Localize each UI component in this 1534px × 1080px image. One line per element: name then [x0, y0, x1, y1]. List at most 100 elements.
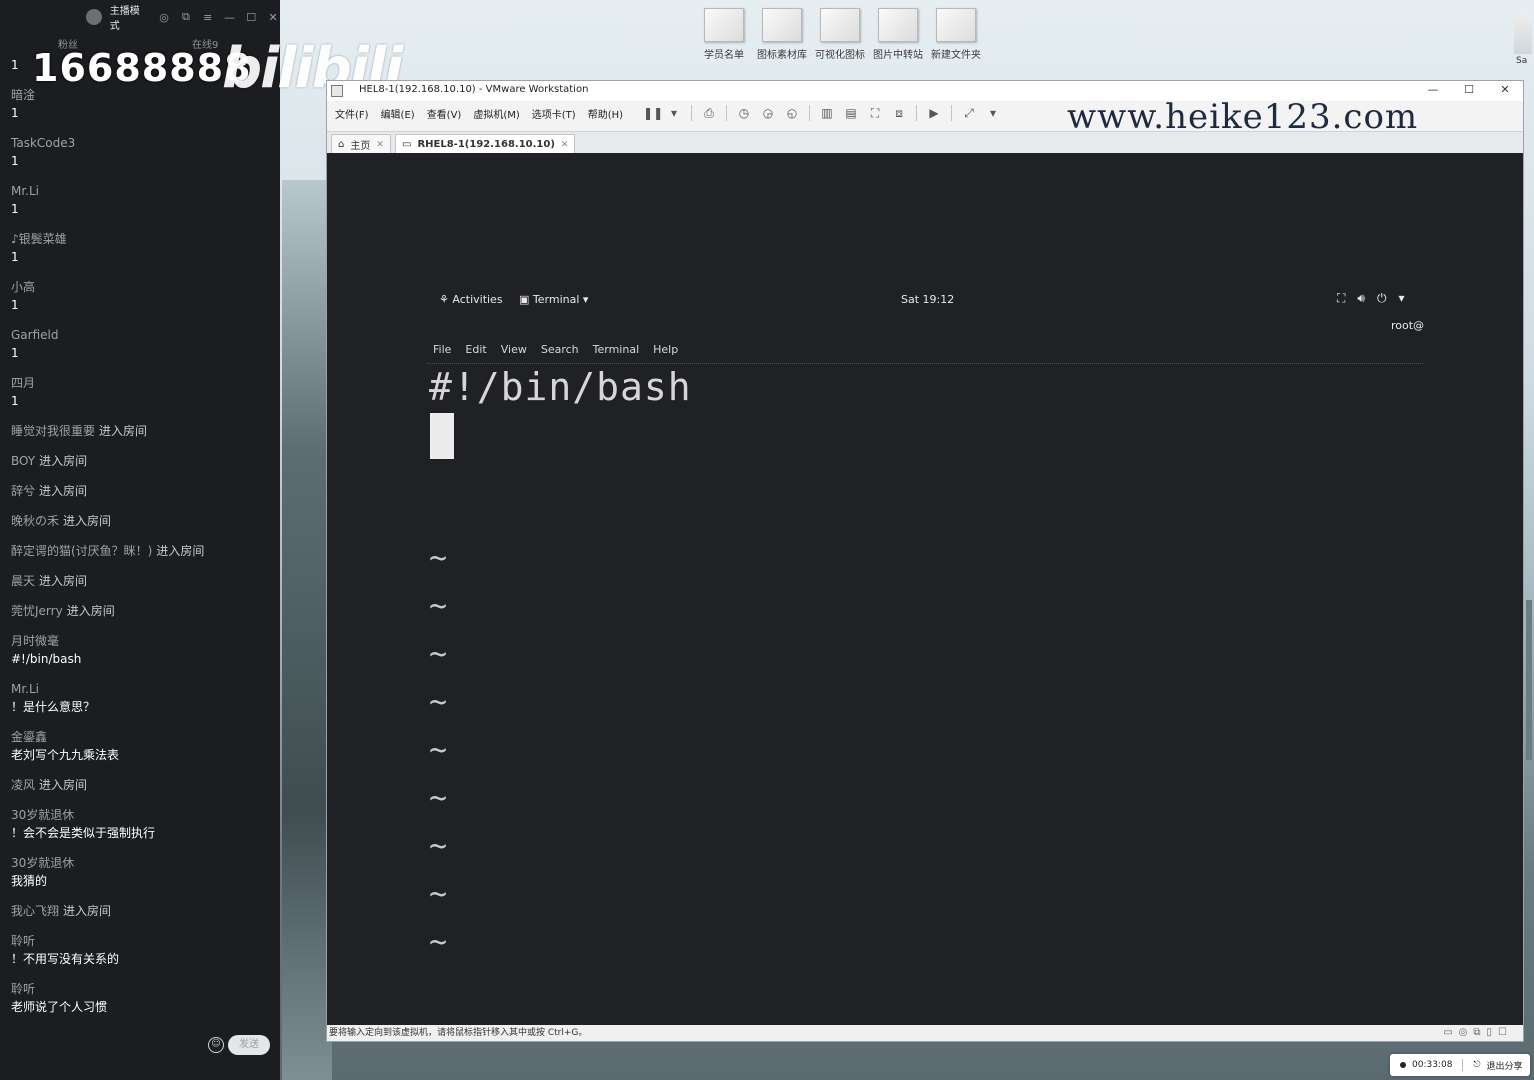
network-icon[interactable]: ⧉	[1473, 1025, 1480, 1041]
menu-file[interactable]: 文件(F)	[335, 106, 369, 121]
exit-share-icon: ⎋	[1473, 1060, 1481, 1070]
desktop-icon-4[interactable]: 图片中转站	[873, 8, 923, 61]
username[interactable]: Garfield	[11, 326, 271, 344]
close-icon[interactable]: ✕	[1495, 83, 1515, 96]
menu-tabs[interactable]: 选项卡(T)	[532, 106, 576, 121]
desktop-icon-2[interactable]: 图标素材库	[757, 8, 807, 61]
menu-icon[interactable]: ≡	[201, 11, 215, 24]
username[interactable]: TaskCode3	[11, 134, 271, 152]
smiley-icon[interactable]: ☺	[208, 1037, 224, 1053]
popout-icon[interactable]: ⧉	[179, 10, 193, 24]
username[interactable]: 四月	[11, 374, 271, 392]
avatar[interactable]	[86, 9, 102, 25]
minimize-icon[interactable]: —	[1423, 83, 1443, 96]
menu-help[interactable]: 帮助(H)	[588, 106, 623, 121]
fullscreen-icon[interactable]: ⛶	[868, 106, 882, 121]
guest-screen[interactable]: ⚘ Activities ▣ Terminal ▾ Sat 19:12 ⛶ 🔊︎…	[327, 153, 1523, 1025]
usb-icon[interactable]: ▯	[1487, 1025, 1493, 1041]
maximize-icon[interactable]: ☐	[1459, 83, 1479, 96]
tab-label: 主页	[350, 141, 371, 152]
message-text: 1	[11, 106, 19, 120]
gnome-top-bar: ⚘ Activities ▣ Terminal ▾ Sat 19:12 ⛶ 🔊︎…	[427, 289, 1427, 311]
username[interactable]: 聆听	[11, 932, 271, 950]
enter-room-event: 我心飞翔 进入房间	[11, 904, 112, 918]
username[interactable]: Mr.Li	[11, 680, 271, 698]
enter-room-event: 凌风 进入房间	[11, 778, 88, 792]
toolbar-divider	[691, 105, 693, 121]
scrollbar[interactable]	[1526, 600, 1532, 760]
message-icon[interactable]: ☐	[1498, 1025, 1507, 1041]
enter-room-event: 晚秋の禾 进入房间	[11, 514, 112, 528]
status-icons: ▭ ◎ ⧉ ▯ ☐	[1443, 1025, 1507, 1041]
cd-icon[interactable]: ◎	[1459, 1025, 1468, 1041]
thumbnail-icon[interactable]: ▤	[844, 106, 858, 120]
username[interactable]: 月时微毫	[11, 632, 271, 650]
menu-view[interactable]: View	[501, 343, 527, 361]
exit-share-button[interactable]: 退出分享	[1487, 1059, 1523, 1072]
chat-message: 小高 1	[11, 278, 271, 314]
system-tray[interactable]: ⛶ 🔊︎ ⏻ ▾	[1337, 291, 1405, 306]
desktop-icon-edge[interactable]	[1514, 14, 1532, 54]
pause-icon[interactable]: ❚❚	[643, 106, 663, 120]
chat-input-bar: ☺ 发送	[0, 1030, 280, 1060]
dropdown-icon[interactable]: ▾	[986, 106, 1000, 120]
menu-edit[interactable]: 编辑(E)	[381, 106, 415, 121]
menu-view[interactable]: 查看(V)	[427, 106, 462, 121]
window-title: HEL8-1(192.168.10.10) - VMware Workstati…	[359, 84, 589, 95]
vim-empty-line: ~	[429, 925, 448, 960]
menu-help[interactable]: Help	[653, 343, 678, 361]
close-icon[interactable]: ✕	[561, 140, 569, 150]
vim-empty-line: ~	[429, 541, 448, 576]
clock[interactable]: Sat 19:12	[901, 293, 954, 306]
snapshot-icon[interactable]: ◷	[737, 106, 751, 120]
sidebar-toggle-icon[interactable]: ▥	[820, 106, 834, 120]
vim-empty-line: ~	[429, 781, 448, 816]
tab-vm[interactable]: ▭ RHEL8-1(192.168.10.10) ✕	[395, 134, 576, 154]
close-icon[interactable]: ✕	[266, 11, 280, 24]
message-text: ！会不会是类似于强制执行	[11, 826, 156, 840]
username[interactable]: 小高	[11, 278, 271, 296]
menu-search[interactable]: Search	[541, 343, 579, 361]
app-menu-terminal[interactable]: ▣ Terminal ▾	[519, 293, 588, 306]
dropdown-icon[interactable]: ▾	[667, 106, 681, 120]
maximize-icon[interactable]: ☐	[244, 11, 258, 24]
revert-snapshot-icon[interactable]: ◶	[761, 106, 775, 120]
unity-icon[interactable]: ⧈	[892, 106, 906, 121]
send-keys-icon[interactable]: ⎙	[702, 106, 716, 121]
send-button[interactable]: 发送	[228, 1035, 270, 1055]
snapshot-manager-icon[interactable]: ◵	[785, 106, 799, 120]
desktop-icon-3[interactable]: 可视化图标	[815, 8, 865, 61]
desktop-icon-1[interactable]: 学员名单	[700, 8, 748, 61]
file-icon	[762, 8, 802, 42]
vim-line-1[interactable]: #!/bin/bash	[429, 365, 692, 409]
volume-icon: 🔊︎	[1357, 291, 1365, 305]
message-text: 1	[11, 250, 19, 264]
close-icon[interactable]: ✕	[376, 140, 384, 150]
menu-file[interactable]: File	[433, 343, 451, 361]
username[interactable]: 金鎏鑫	[11, 728, 271, 746]
folder-icon	[936, 8, 976, 42]
settings-icon[interactable]: ◎	[157, 11, 171, 24]
power-icon: ⏻	[1376, 291, 1387, 305]
tab-home[interactable]: ⌂ 主页 ✕	[331, 134, 391, 154]
menu-edit[interactable]: Edit	[465, 343, 486, 361]
status-text: 要将输入定向到该虚拟机，请将鼠标指针移入其中或按 Ctrl+G。	[329, 1028, 588, 1038]
username[interactable]: ♪银鬓菜雄	[11, 230, 271, 248]
username[interactable]: 30岁就退休	[11, 854, 271, 872]
host-mode-label[interactable]: 主播模式	[110, 2, 149, 32]
username[interactable]: Mr.Li	[11, 182, 271, 200]
desktop-icon-5[interactable]: 新建文件夹	[931, 8, 981, 61]
vim-empty-line: ~	[429, 637, 448, 672]
activities-button[interactable]: ⚘ Activities	[439, 293, 503, 306]
toolbar-divider	[726, 105, 728, 121]
username[interactable]: 聆听	[11, 980, 271, 998]
username[interactable]: 30岁就退休	[11, 806, 271, 824]
console-icon[interactable]: ▶	[927, 106, 941, 120]
minimize-icon[interactable]: —	[223, 11, 237, 24]
stretch-icon[interactable]: ⤢	[962, 106, 976, 121]
file-icon	[820, 8, 860, 42]
toolbar-divider	[951, 105, 953, 121]
menu-vm[interactable]: 虚拟机(M)	[473, 106, 519, 121]
hdd-icon[interactable]: ▭	[1443, 1025, 1452, 1041]
menu-terminal[interactable]: Terminal	[593, 343, 640, 361]
